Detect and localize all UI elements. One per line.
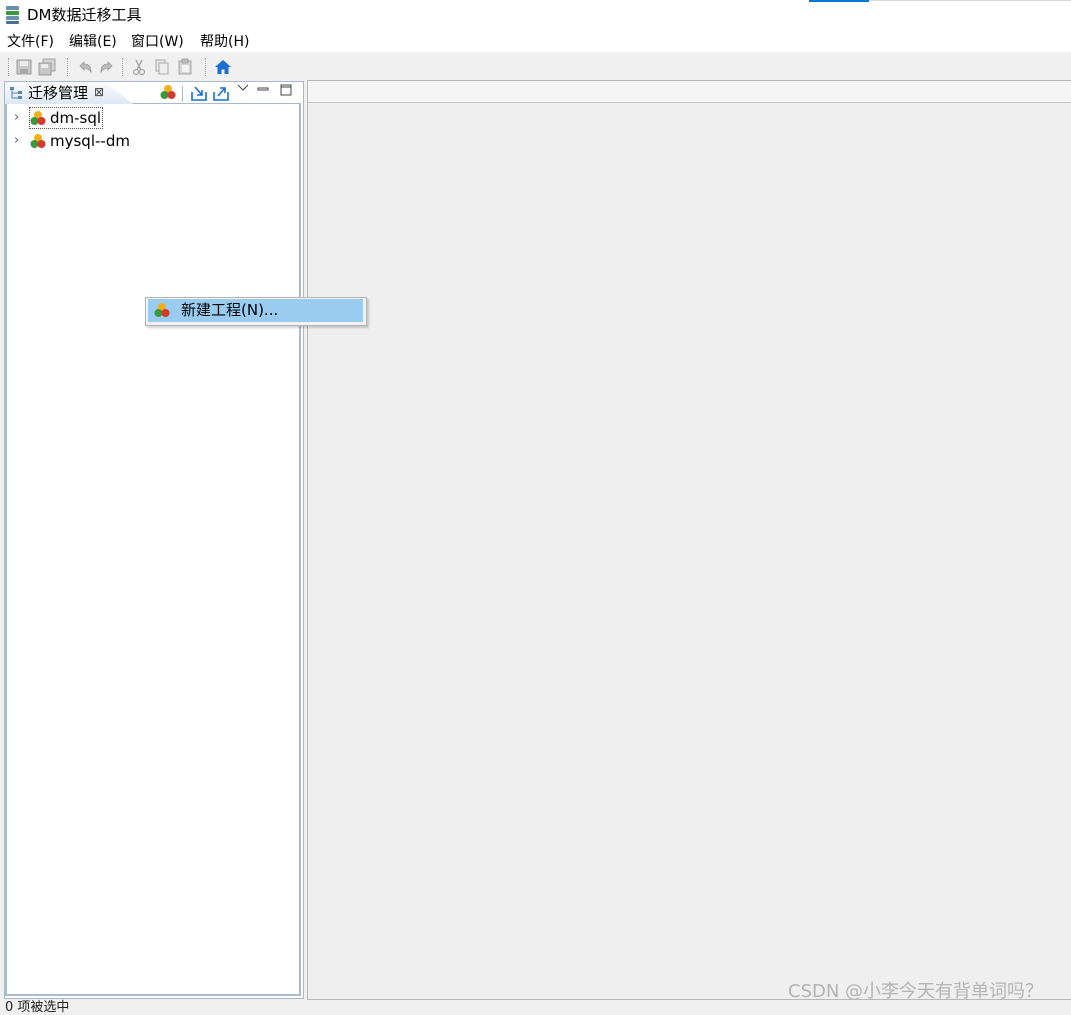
- undo-icon[interactable]: [76, 58, 94, 76]
- project-icon: [30, 134, 46, 148]
- toolbar-separator: [67, 58, 68, 76]
- maximize-icon[interactable]: [280, 84, 292, 96]
- toolbar-separator: [122, 58, 123, 76]
- view-menu-chevron-down-icon[interactable]: [237, 83, 249, 93]
- minimize-icon[interactable]: [257, 84, 269, 94]
- tree-item-label: dm-sql: [50, 109, 102, 127]
- new-project-icon: [154, 303, 170, 317]
- save-all-icon[interactable]: [38, 58, 56, 76]
- paste-icon[interactable]: [176, 58, 194, 76]
- menu-edit[interactable]: 编辑(E): [69, 32, 117, 52]
- new-project-icon[interactable]: [160, 84, 176, 100]
- toolbar-separator: [205, 58, 206, 76]
- redo-icon[interactable]: [98, 58, 116, 76]
- editor-area: [307, 80, 1071, 1000]
- home-icon[interactable]: [214, 58, 232, 76]
- project-icon: [30, 111, 46, 125]
- copy-icon[interactable]: [153, 58, 171, 76]
- export-icon[interactable]: [212, 84, 230, 102]
- panel-toolbar-separator: [182, 86, 183, 102]
- editor-tab-strip: [308, 81, 1071, 103]
- title-divider: [869, 0, 1071, 1]
- migration-tree-area: [5, 102, 301, 996]
- menu-file[interactable]: 文件(F): [7, 32, 54, 52]
- chevron-right-icon[interactable]: ›: [14, 109, 19, 127]
- cut-icon[interactable]: [130, 58, 148, 76]
- title-bar: [0, 0, 1071, 30]
- window-title: DM数据迁移工具: [27, 6, 142, 24]
- save-icon[interactable]: [15, 58, 33, 76]
- menu-help[interactable]: 帮助(H): [200, 32, 249, 52]
- chevron-right-icon[interactable]: ›: [14, 132, 19, 150]
- import-icon[interactable]: [190, 84, 208, 102]
- migration-manager-icon: [10, 87, 22, 99]
- tab-label: 迁移管理: [28, 84, 89, 102]
- title-accent-line: [809, 0, 869, 2]
- menu-window[interactable]: 窗口(W): [131, 32, 184, 52]
- status-bar-text: 0 项被选中: [5, 1000, 70, 1015]
- tree-item-label: mysql--dm: [50, 132, 130, 150]
- app-icon: [6, 6, 19, 24]
- close-icon[interactable]: ⊠: [94, 84, 104, 100]
- context-menu-item-label: 新建工程(N)...: [181, 301, 279, 319]
- watermark: CSDN @小李今天有背单词吗？: [788, 981, 1044, 1002]
- toolbar-separator: [8, 58, 9, 76]
